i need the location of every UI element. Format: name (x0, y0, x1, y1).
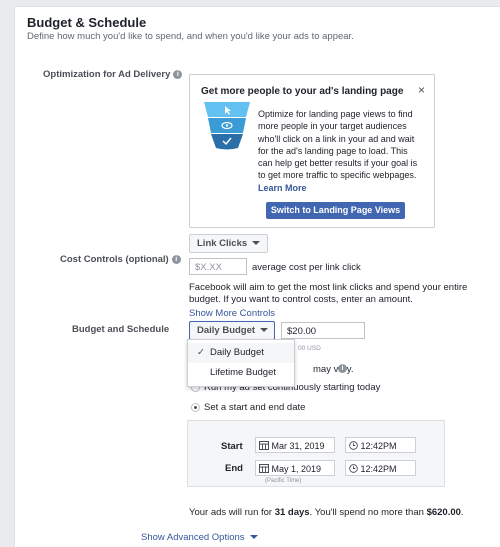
info-icon[interactable]: i (173, 70, 183, 79)
card-body: Optimize for landing page views to find … (258, 108, 423, 194)
checkmark-icon: ✓ (197, 347, 205, 358)
show-advanced-options-link[interactable]: Show Advanced Options (141, 532, 258, 543)
chevron-down-icon (260, 328, 269, 332)
budget-amount-input[interactable]: $20.00 (281, 322, 365, 339)
schedule-summary: Your ads will run for 31 days. You'll sp… (189, 507, 464, 518)
chevron-down-icon (252, 241, 261, 245)
clock-icon (349, 441, 358, 450)
cost-controls-label-row: Cost Controls (optional) i (60, 254, 181, 265)
close-icon[interactable]: × (418, 83, 425, 97)
show-more-controls-link[interactable]: Show More Controls (189, 308, 275, 319)
learn-more-link[interactable]: Learn More (258, 183, 307, 193)
cost-control-input[interactable]: $X.XX (189, 258, 247, 275)
budget-schedule-panel: Budget & Schedule Define how much you'd … (14, 6, 500, 547)
advanced-options-label: Show Advanced Options (141, 532, 245, 543)
optimization-label-row: Optimization for Ad Delivery i (43, 69, 183, 80)
start-date-field[interactable]: Mar 31, 2019 (255, 437, 335, 453)
section-subtitle: Define how much you'd like to spend, and… (27, 31, 354, 42)
menu-item-daily-budget[interactable]: ✓ Daily Budget (188, 343, 294, 363)
optimization-suggestion-card: Get more people to your ad's landing pag… (189, 74, 435, 228)
optimization-dropdown[interactable]: Link Clicks (189, 234, 269, 253)
start-time-field[interactable]: 12:42PM (345, 437, 416, 453)
end-label: End (225, 463, 243, 474)
info-icon[interactable]: i (171, 255, 181, 264)
set-dates-label: Set a start and end date (204, 402, 306, 413)
summary-suffix: . (460, 507, 464, 518)
card-body-text: Optimize for landing page views to find … (258, 109, 418, 181)
radio-set-dates[interactable] (191, 403, 200, 412)
end-time-field[interactable]: 12:42PM (345, 460, 416, 476)
clock-icon (349, 464, 358, 473)
budget-label: Budget and Schedule (72, 324, 170, 335)
optimization-label: Optimization for Ad Delivery (43, 69, 171, 80)
calendar-icon (259, 464, 269, 473)
funnel-icon (204, 102, 250, 150)
cost-control-suffix: average cost per link click (252, 262, 361, 273)
end-date-field[interactable]: May 1, 2019 (255, 460, 335, 476)
start-label: Start (221, 441, 243, 452)
section-title: Budget & Schedule (27, 15, 147, 30)
cost-controls-label: Cost Controls (optional) (60, 254, 169, 265)
budget-type-dropdown[interactable]: Daily Budget (189, 321, 275, 340)
start-date-value: Mar 31, 2019 (271, 441, 325, 451)
budget-type-selected: Daily Budget (197, 325, 256, 336)
card-title: Get more people to your ad's landing pag… (201, 86, 404, 97)
end-time-value: 12:42PM (360, 464, 397, 474)
switch-to-landing-page-views-button[interactable]: Switch to Landing Page Views (266, 202, 405, 219)
budget-note-partial: may vary. (313, 364, 354, 375)
info-icon[interactable]: i (338, 364, 347, 373)
currency-note: 00 USD (298, 345, 321, 352)
calendar-icon (259, 441, 269, 450)
budget-type-menu: ✓ Daily Budget Lifetime Budget (187, 339, 295, 387)
summary-amount: $620.00 (426, 507, 461, 518)
summary-days: 31 days (274, 507, 310, 518)
menu-item-label: Lifetime Budget (210, 367, 277, 378)
menu-item-label: Daily Budget (210, 347, 264, 358)
menu-item-lifetime-budget[interactable]: Lifetime Budget (188, 363, 294, 383)
timezone-note: (Pacific Time) (265, 478, 302, 484)
summary-prefix: Your ads will run for (189, 507, 275, 518)
summary-middle: . You'll spend no more than (309, 507, 427, 518)
end-date-value: May 1, 2019 (271, 464, 322, 474)
start-time-value: 12:42PM (360, 441, 397, 451)
schedule-dates-box: Start Mar 31, 2019 12:42PM End May 1, 20… (187, 420, 445, 487)
cost-controls-help: Facebook will aim to get the most link c… (189, 282, 468, 305)
chevron-down-icon (249, 535, 258, 539)
optimization-selected: Link Clicks (197, 238, 248, 249)
